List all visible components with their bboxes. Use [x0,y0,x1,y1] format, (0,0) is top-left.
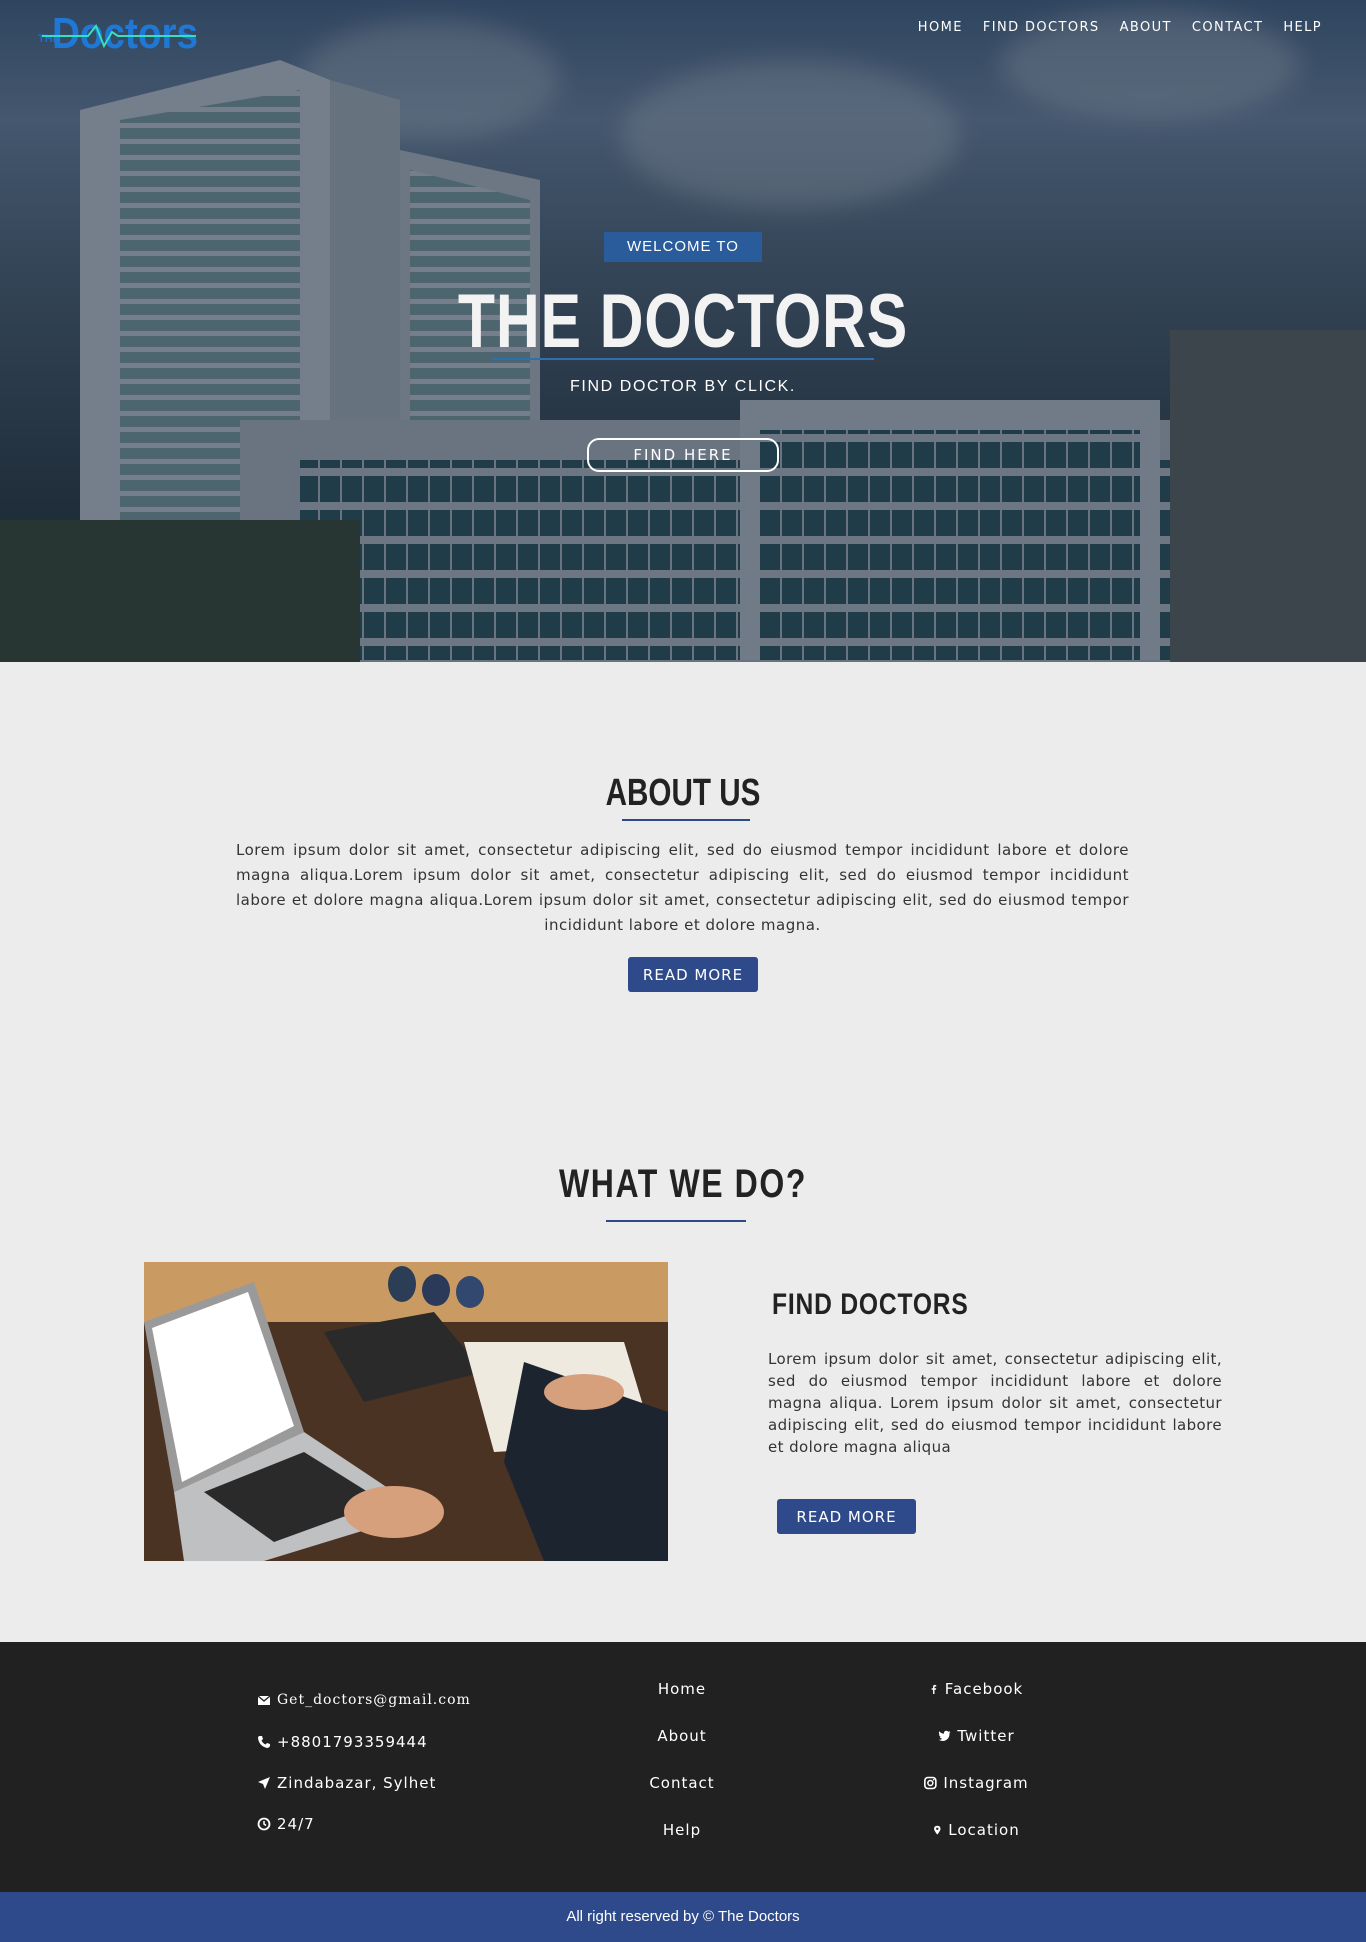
hero-title-underline [492,358,874,360]
nav-home[interactable]: HOME [918,20,963,35]
footer-location[interactable]: Location [932,1821,1019,1839]
envelope-icon [257,1695,271,1705]
find-doctors-read-more-button[interactable]: READ MORE [777,1499,916,1534]
nav-find-doctors[interactable]: FIND DOCTORS [983,20,1100,35]
map-marker-icon [934,1825,941,1835]
location-arrow-icon [258,1777,270,1789]
nav-help[interactable]: HELP [1283,20,1322,35]
footer-twitter[interactable]: Twitter [937,1727,1014,1745]
clock-icon [257,1817,271,1831]
footer-facebook[interactable]: Facebook [929,1680,1023,1698]
laptop-desk-image [144,1262,668,1561]
what-we-do-underline [606,1220,746,1222]
footer-instagram[interactable]: Instagram [923,1774,1028,1792]
about-title-underline [622,819,750,821]
copyright-bar: All right reserved by © The Doctors [0,1892,1366,1942]
footer-link-home[interactable]: Home [658,1680,706,1698]
twitter-icon [938,1730,951,1742]
hero-title: THE DOCTORS [457,279,909,364]
phone-icon [258,1736,270,1748]
nav-contact[interactable]: CONTACT [1192,20,1263,35]
find-here-button[interactable]: FIND HERE [587,438,779,472]
nav-about[interactable]: ABOUT [1120,20,1172,35]
find-doctors-title: FIND DOCTORS [772,1288,969,1321]
footer-link-contact[interactable]: Contact [649,1774,714,1792]
hero-section: THE Doctors HOME FIND DOCTORS ABOUT CONT… [0,0,1366,662]
footer-address: Zindabazar, Sylhet [257,1774,436,1792]
main-nav: HOME FIND DOCTORS ABOUT CONTACT HELP [918,20,1322,35]
instagram-icon [924,1776,937,1790]
footer-link-about[interactable]: About [657,1727,706,1745]
what-we-do-title: WHAT WE DO? [558,1162,808,1206]
hero-subtitle: FIND DOCTOR BY CLICK. [570,378,796,395]
footer-link-help[interactable]: Help [663,1821,701,1839]
laptop-desk-photo [144,1262,668,1561]
footer: Get_doctors@gmail.com +8801793359444 Zin… [0,1642,1366,1892]
footer-phone[interactable]: +8801793359444 [257,1733,428,1751]
about-read-more-button[interactable]: READ MORE [628,957,758,992]
welcome-badge: WELCOME TO [604,232,762,262]
footer-hours: 24/7 [257,1815,315,1833]
facebook-icon [931,1684,937,1694]
about-title: ABOUT US [605,772,761,814]
footer-email[interactable]: Get_doctors@gmail.com [257,1692,471,1708]
logo-image: THE Doctors [38,9,198,58]
logo[interactable]: THE Doctors [38,6,200,58]
svg-text:Doctors: Doctors [52,9,198,56]
find-doctors-text: Lorem ipsum dolor sit amet, consectetur … [768,1350,1222,1456]
about-text: Lorem ipsum dolor sit amet, consectetur … [236,841,1129,934]
